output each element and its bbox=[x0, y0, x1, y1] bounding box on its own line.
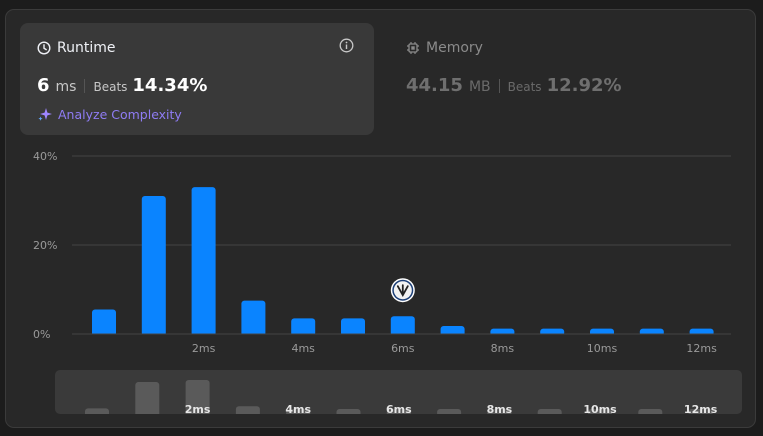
overview-bar bbox=[537, 409, 562, 414]
overview-bars: 2ms 4ms 6ms 8ms 10ms 12ms bbox=[85, 380, 718, 414]
overview-tick-label: 12ms bbox=[684, 403, 718, 414]
x-tick-label: 10ms bbox=[587, 342, 618, 355]
x-tick-label: 8ms bbox=[491, 342, 515, 355]
overview-tick-label: 10ms bbox=[583, 403, 617, 414]
overview-bar bbox=[336, 409, 361, 414]
user-avatar-icon[interactable] bbox=[390, 278, 415, 303]
overview-bar bbox=[235, 406, 260, 414]
y-tick-label: 40% bbox=[33, 150, 57, 163]
overview-bar bbox=[135, 382, 160, 414]
runtime-bar[interactable] bbox=[341, 318, 365, 336]
runtime-bar[interactable] bbox=[291, 318, 316, 336]
runtime-bar[interactable] bbox=[141, 196, 166, 336]
runtime-bar[interactable] bbox=[191, 187, 216, 336]
overview-tick-label: 6ms bbox=[386, 403, 412, 414]
runtime-bar[interactable] bbox=[92, 309, 116, 336]
runtime-bar[interactable] bbox=[241, 300, 266, 336]
x-tick-label: 12ms bbox=[686, 342, 717, 355]
overview-bar bbox=[85, 408, 109, 414]
x-tick-label: 4ms bbox=[291, 342, 315, 355]
x-tick-label: 6ms bbox=[391, 342, 415, 355]
overview-tick-label: 4ms bbox=[285, 403, 311, 414]
overview-tick-label: 2ms bbox=[185, 403, 211, 414]
overview-bar bbox=[638, 409, 663, 414]
chart-overview-scrubber[interactable]: 2ms 4ms 6ms 8ms 10ms 12ms bbox=[55, 370, 742, 414]
runtime-bar[interactable] bbox=[390, 316, 415, 336]
overview-bar bbox=[437, 409, 462, 414]
runtime-distribution-chart[interactable]: 0% 20% 40% 2ms 4ms 6ms 8ms 10ms 12ms bbox=[0, 0, 763, 370]
y-tick-label: 20% bbox=[33, 239, 57, 252]
x-tick-label: 2ms bbox=[192, 342, 216, 355]
overview-tick-label: 8ms bbox=[487, 403, 513, 414]
y-tick-label: 0% bbox=[33, 328, 50, 341]
